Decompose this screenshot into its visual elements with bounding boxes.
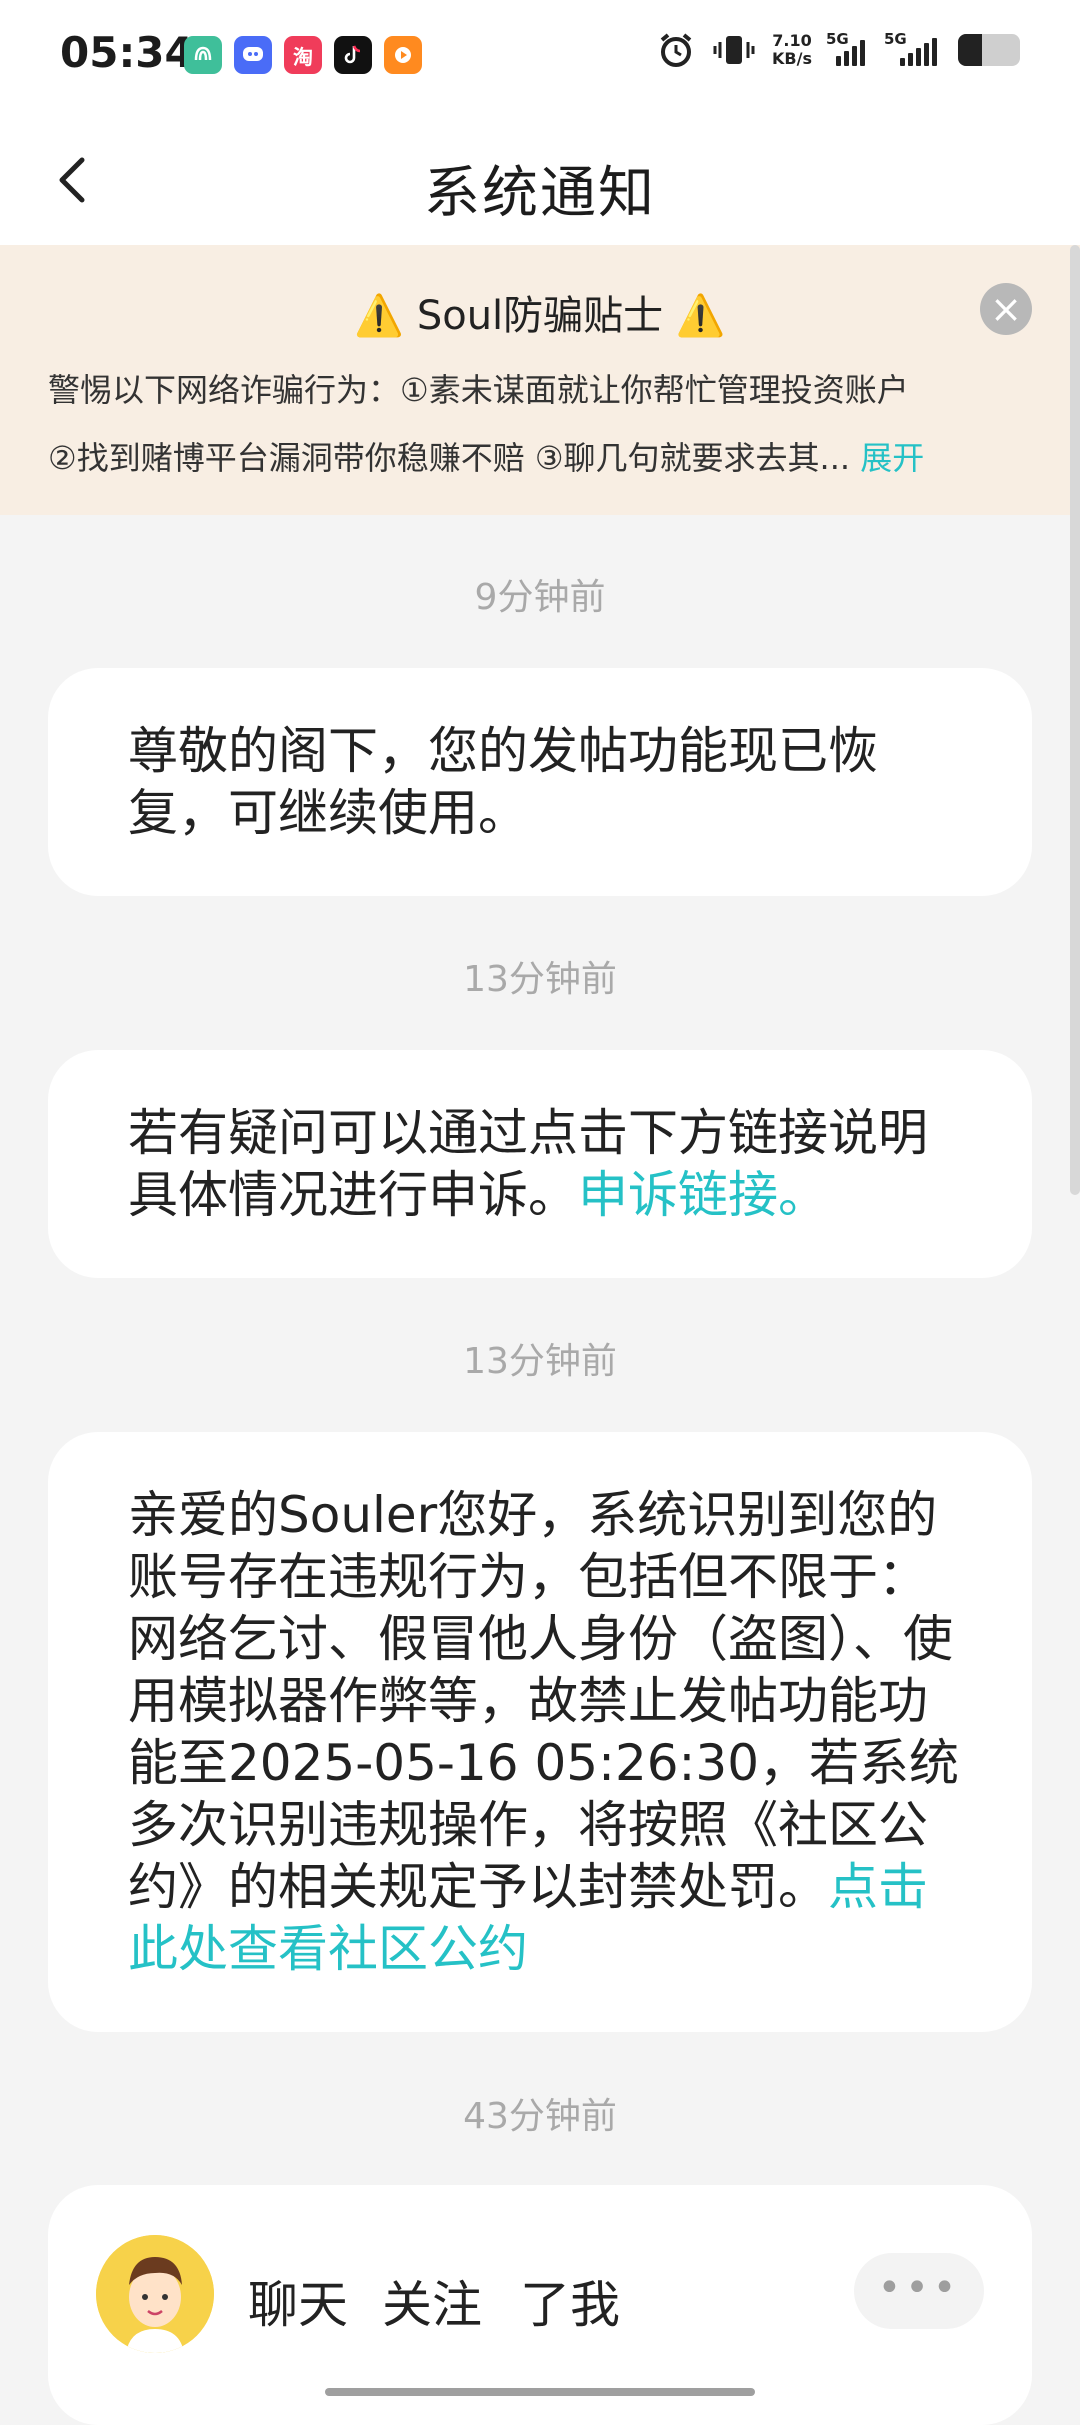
message-card: 尊敬的阁下，您的发帖功能现已恢复，可继续使用。 [48,668,1032,896]
signal-strength-2: 5G [884,30,942,66]
follow-action[interactable]: 关注 [382,2265,482,2337]
status-bar: 05:34 淘 7.10 KB/s 5G 5G [0,0,1080,120]
notice-text-line-2: ②找到赌博平台漏洞带你稳赚不赔 ③聊几句就要求去其... 展开 [48,433,1040,479]
app-header: 系统通知 [0,120,1080,245]
message-text-container: 若有疑问可以通过点击下方链接说明具体情况进行申诉。申诉链接。 [128,1102,976,1226]
avatar[interactable] [96,2235,214,2353]
network-speed: 7.10 KB/s [772,32,812,68]
chat-bubble-app-icon [234,36,272,74]
battery-icon [958,34,1020,66]
tiktok-app-icon [334,36,372,74]
video-app-icon [384,36,422,74]
scrollbar[interactable] [1070,245,1080,1195]
message-timestamp: 43分钟前 [463,2096,617,2137]
message-text: 尊敬的阁下，您的发帖功能现已恢复，可继续使用。 [128,722,878,842]
notification-app-icons: 淘 [184,36,422,74]
notice-title: Soul防骗贴士 [416,293,664,339]
message-text-container: 亲爱的Souler您好，系统识别到您的账号存在违规行为，包括但不限于：网络乞讨、… [128,1484,976,1980]
close-icon[interactable]: × [980,283,1032,335]
taobao-glyph: 淘 [293,44,313,69]
notice-title-row: ⚠️ Soul防骗贴士 ⚠️ [0,283,1080,341]
fingerprint-app-icon [184,36,222,74]
message-text: 亲爱的Souler您好，系统识别到您的账号存在违规行为，包括但不限于：网络乞讨、… [128,1486,960,1916]
signal-1-label: 5G [826,30,849,48]
message-card: 亲爱的Souler您好，系统识别到您的账号存在违规行为，包括但不限于：网络乞讨、… [48,1432,1032,2032]
message-timestamp: 13分钟前 [463,1341,617,1382]
message-timestamp: 9分钟前 [474,577,606,618]
page-title: 系统通知 [424,161,656,226]
status-indicators: 7.10 KB/s 5G 5G [656,30,1020,70]
network-speed-value: 7.10 [772,31,812,50]
signal-2-label: 5G [884,30,907,48]
more-options-button[interactable]: ••• [854,2253,984,2329]
status-time: 05:34 [60,28,194,77]
warning-icon: ⚠️ [354,293,405,339]
message-timestamp: 13分钟前 [463,959,617,1000]
chat-action[interactable]: 聊天 [248,2265,348,2337]
warning-icon: ⚠️ [675,293,726,339]
notice-text-line-1: 警惕以下网络诈骗行为：①素未谋面就让你帮忙管理投资账户 [48,371,909,409]
home-indicator[interactable] [325,2388,755,2396]
taobao-app-icon: 淘 [284,36,322,74]
message-card: 若有疑问可以通过点击下方链接说明具体情况进行申诉。申诉链接。 [48,1050,1032,1278]
action-suffix-text: 了我 [520,2276,620,2334]
alarm-icon [660,33,692,67]
appeal-link[interactable]: 申诉链接。 [578,1166,828,1224]
vibrate-icon [713,36,755,64]
notice-text-line-2-body: ②找到赌博平台漏洞带你稳赚不赔 ③聊几句就要求去其... [48,439,851,477]
anti-fraud-notice: ⚠️ Soul防骗贴士 ⚠️ × 警惕以下网络诈骗行为：①素未谋面就让你帮忙管理… [0,245,1080,515]
network-speed-unit: KB/s [772,49,812,68]
signal-strength-1: 5G [826,30,870,66]
expand-link[interactable]: 展开 [860,439,924,477]
